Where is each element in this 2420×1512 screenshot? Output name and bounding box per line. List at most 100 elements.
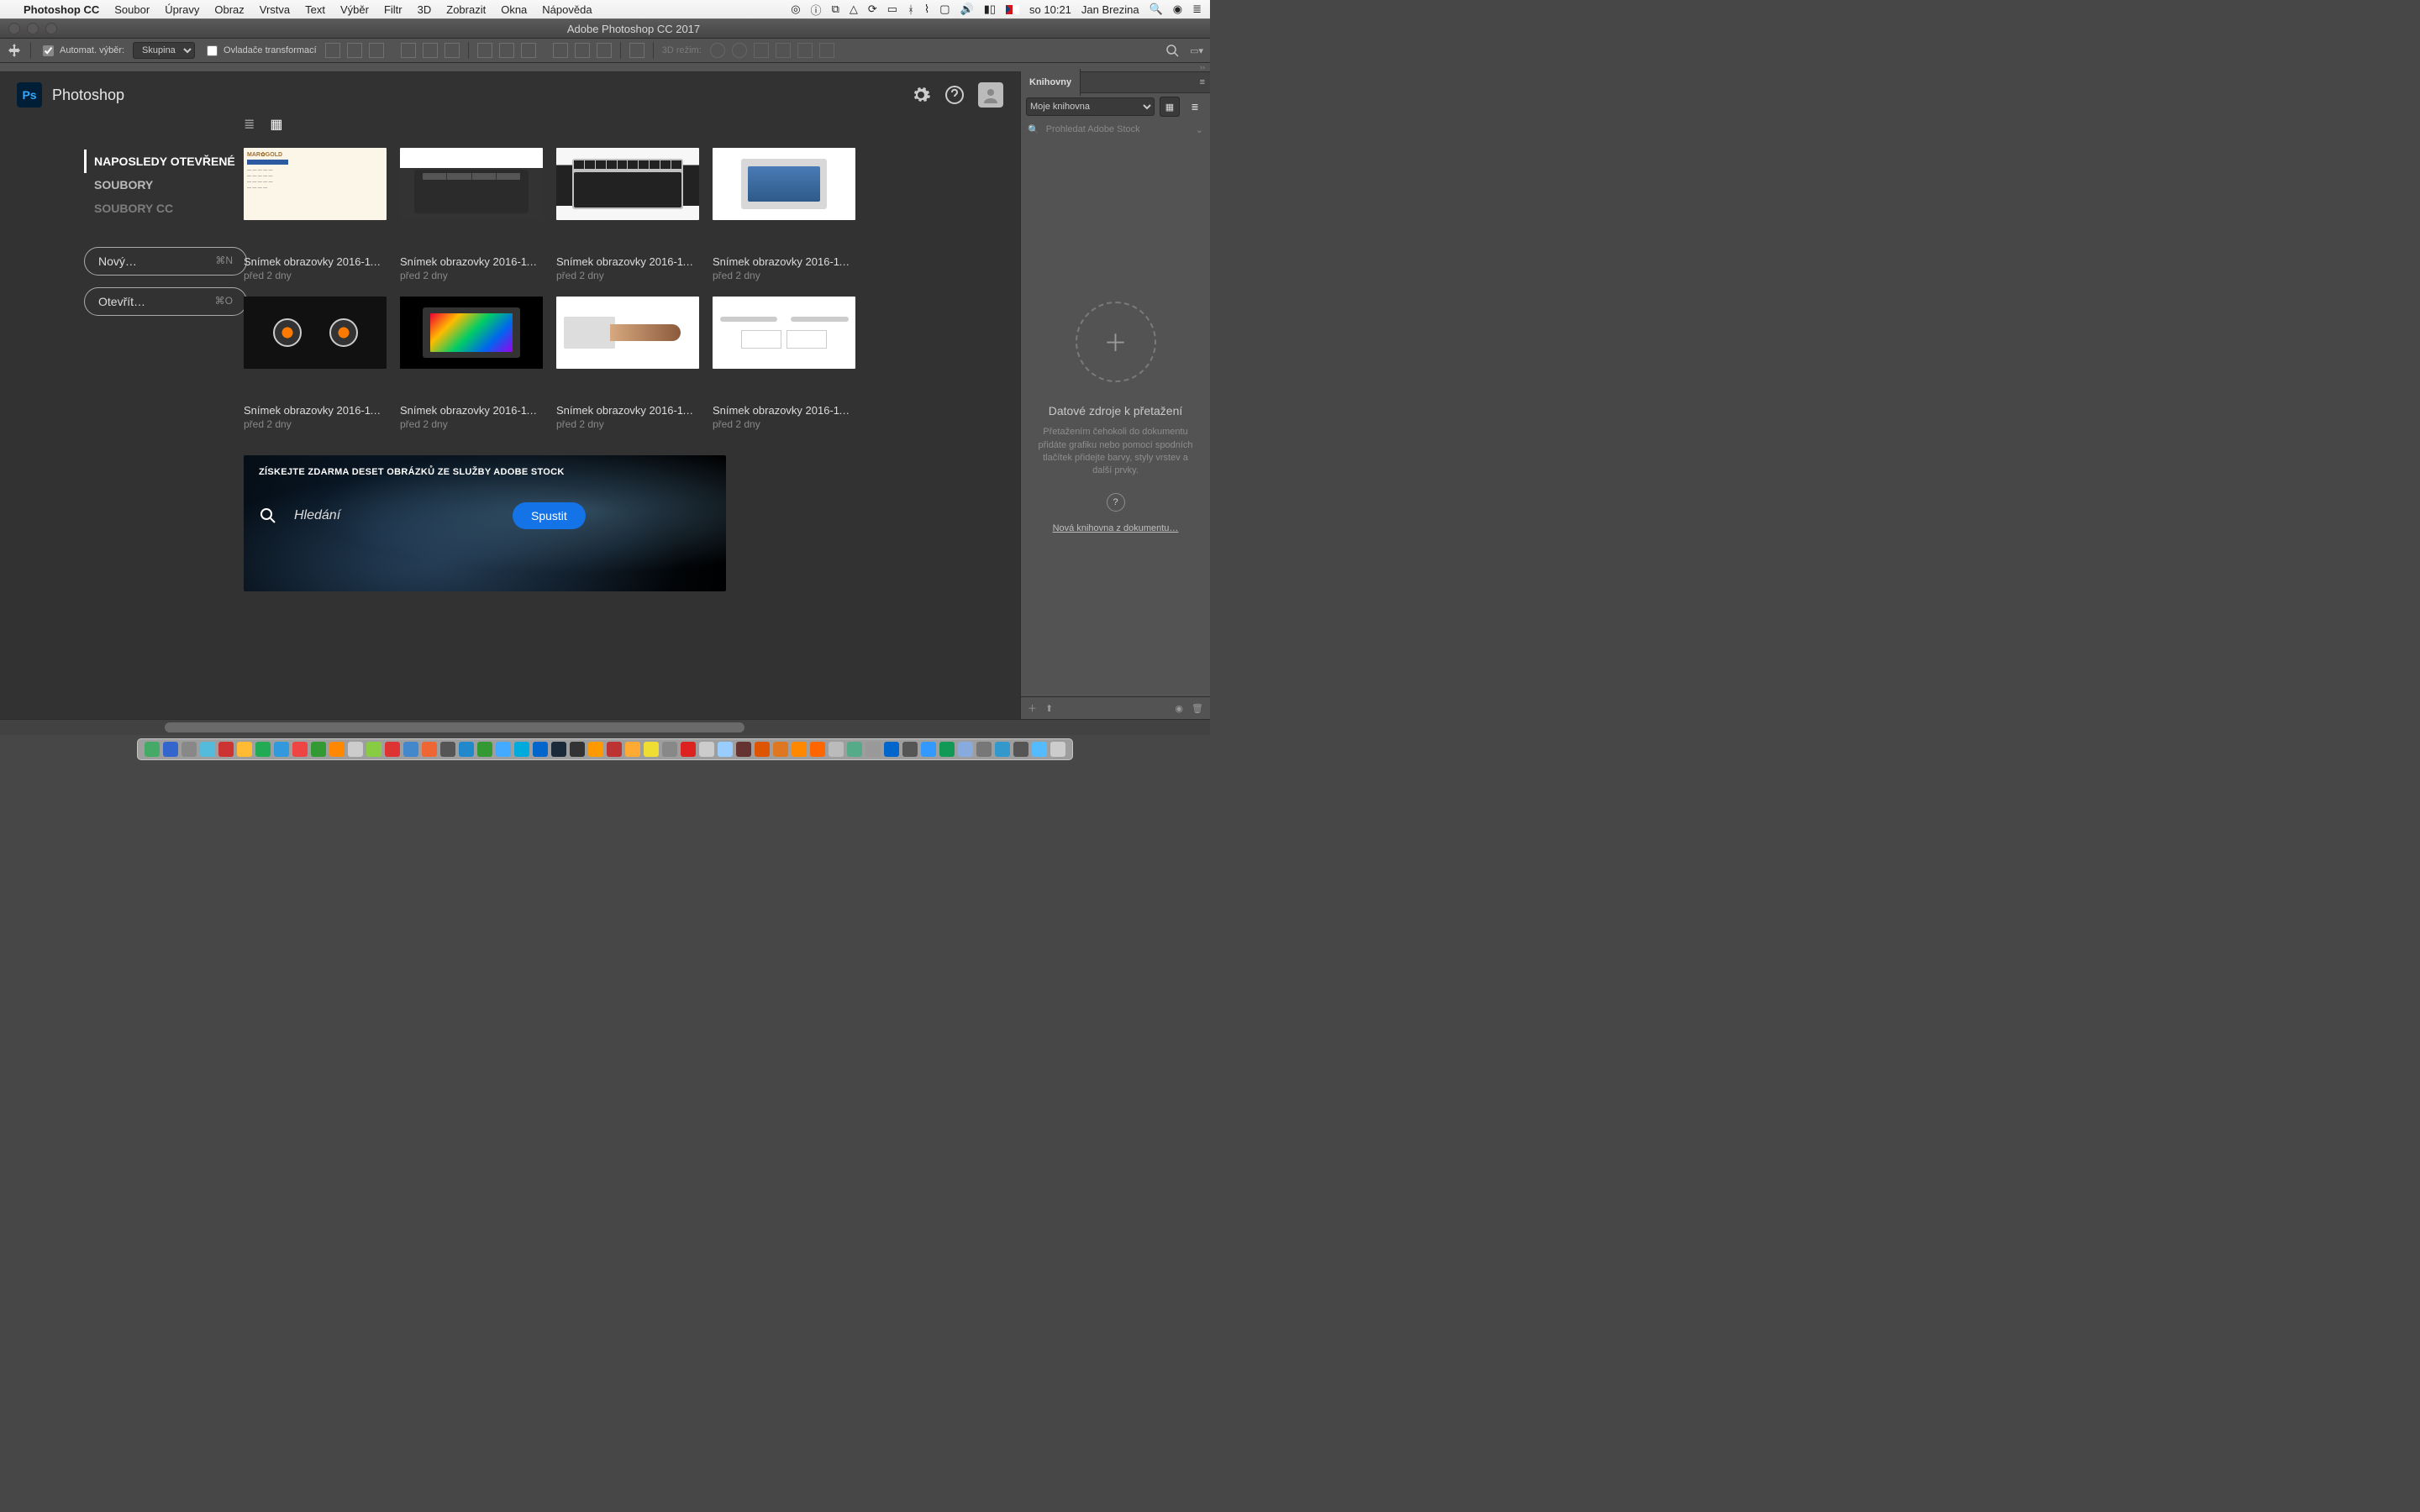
dock-app-icon[interactable] <box>976 742 992 757</box>
stock-search-input[interactable] <box>292 507 497 524</box>
dock-app-icon[interactable] <box>274 742 289 757</box>
dock-app-icon[interactable] <box>403 742 418 757</box>
app-name[interactable]: Photoshop CC <box>24 3 99 16</box>
workspace-switcher-icon[interactable]: ▭▾ <box>1190 45 1203 56</box>
bluetooth-icon[interactable]: ᚼ <box>908 3 914 16</box>
dock-app-icon[interactable] <box>718 742 733 757</box>
dock-app-icon[interactable] <box>422 742 437 757</box>
menu-obraz[interactable]: Obraz <box>214 3 244 16</box>
new-document-button[interactable]: Nový… ⌘N <box>84 247 247 276</box>
close-window-button[interactable] <box>8 23 20 34</box>
dock-app-icon[interactable] <box>533 742 548 757</box>
dock-app-icon[interactable] <box>884 742 899 757</box>
align-top-icon[interactable] <box>325 43 340 58</box>
menu-3d[interactable]: 3D <box>418 3 432 16</box>
wifi-icon[interactable]: ⌇ <box>924 3 929 16</box>
library-search-chevron-icon[interactable]: ⌄ <box>1196 124 1203 135</box>
tab-recent[interactable]: NAPOSLEDY OTEVŘENÉ <box>84 150 244 173</box>
dock-app-icon[interactable] <box>348 742 363 757</box>
dock-app-icon[interactable] <box>459 742 474 757</box>
recent-file-card[interactable]: Snímek obrazovky 2016-11-03…před 2 dny <box>713 148 855 281</box>
tab-files[interactable]: SOUBORY <box>84 173 244 197</box>
menu-zobrazit[interactable]: Zobrazit <box>446 3 486 16</box>
grid-view-icon[interactable]: ▦ <box>270 116 282 133</box>
menu-vrstva[interactable]: Vrstva <box>260 3 290 16</box>
dock-app-icon[interactable] <box>958 742 973 757</box>
dock-app-icon[interactable] <box>292 742 308 757</box>
distribute-vcenter-icon[interactable] <box>499 43 514 58</box>
dock-app-icon[interactable] <box>939 742 955 757</box>
slide-3d-icon[interactable] <box>776 43 791 58</box>
input-source-flag-icon[interactable] <box>1006 5 1019 14</box>
align-hcenter-icon[interactable] <box>423 43 438 58</box>
dock-app-icon[interactable] <box>237 742 252 757</box>
recent-file-card[interactable]: Snímek obrazovky 2016-11-03…před 2 dny <box>556 148 699 281</box>
dock-app-icon[interactable] <box>440 742 455 757</box>
dock-app-icon[interactable] <box>810 742 825 757</box>
move-tool-icon[interactable] <box>7 43 22 58</box>
timemachine-icon[interactable]: ⟳ <box>868 3 877 16</box>
dock-app-icon[interactable] <box>145 742 160 757</box>
dock-app-icon[interactable] <box>163 742 178 757</box>
airplay-icon[interactable]: ▢ <box>939 3 950 16</box>
preview-asset-icon[interactable]: ◉ <box>1175 703 1183 714</box>
library-help-icon[interactable]: ? <box>1107 493 1125 512</box>
libraries-tab[interactable]: Knihovny <box>1021 69 1081 96</box>
dock-app-icon[interactable] <box>385 742 400 757</box>
dock-app-icon[interactable] <box>847 742 862 757</box>
recent-file-card[interactable]: Snímek obrazovky 2016-11-03…před 2 dny <box>400 297 543 430</box>
dock-app-icon[interactable] <box>1032 742 1047 757</box>
roll-3d-icon[interactable] <box>732 43 747 58</box>
dock-app-icon[interactable] <box>995 742 1010 757</box>
keychain-icon[interactable]: ⓘ <box>811 2 822 18</box>
dock-app-icon[interactable] <box>902 742 918 757</box>
distribute-left-icon[interactable] <box>553 43 568 58</box>
upload-asset-icon[interactable]: ⬆ <box>1045 703 1053 714</box>
add-asset-icon[interactable]: ＋ <box>1028 701 1037 715</box>
dock-app-icon[interactable] <box>662 742 677 757</box>
dock-app-icon[interactable] <box>736 742 751 757</box>
dock-app-icon[interactable] <box>644 742 659 757</box>
notification-center-icon[interactable]: ≣ <box>1192 3 1202 16</box>
battery-icon[interactable]: ▮▯ <box>984 3 996 16</box>
tab-cc-files[interactable]: SOUBORY CC <box>84 197 244 220</box>
auto-align-icon[interactable] <box>629 43 644 58</box>
orbit-3d-icon[interactable] <box>710 43 725 58</box>
dock-app-icon[interactable] <box>773 742 788 757</box>
library-select[interactable]: Moje knihovna <box>1026 97 1155 116</box>
dock-app-icon[interactable] <box>755 742 770 757</box>
new-library-from-document-link[interactable]: Nová knihovna z dokumentu… <box>1053 523 1179 533</box>
minimize-window-button[interactable] <box>27 23 39 34</box>
cc-icon[interactable]: ◎ <box>791 3 800 16</box>
recent-file-card[interactable]: MAR✿GOLD— — — — —— — — — —— — — — —— — —… <box>244 148 387 281</box>
gdrive-icon[interactable]: △ <box>850 3 858 16</box>
menubar-user[interactable]: Jan Brezina <box>1081 3 1139 16</box>
recent-file-card[interactable]: Snímek obrazovky 2016-11-03…před 2 dny <box>400 148 543 281</box>
dock-app-icon[interactable] <box>921 742 936 757</box>
dock-app-icon[interactable] <box>792 742 807 757</box>
align-right-icon[interactable] <box>445 43 460 58</box>
library-list-view-icon[interactable]: ≣ <box>1185 97 1205 117</box>
library-grid-view-icon[interactable]: ▦ <box>1160 97 1180 117</box>
transform-controls-checkbox[interactable]: Ovladače transformací <box>203 43 317 59</box>
dock-app-icon[interactable] <box>588 742 603 757</box>
dock-app-icon[interactable] <box>200 742 215 757</box>
menu-vyber[interactable]: Výběr <box>340 3 369 16</box>
volume-icon[interactable]: 🔊 <box>960 3 974 16</box>
dock-app-icon[interactable] <box>366 742 381 757</box>
dock-app-icon[interactable] <box>1013 742 1028 757</box>
menu-filtr[interactable]: Filtr <box>384 3 402 16</box>
dock-app-icon[interactable] <box>625 742 640 757</box>
recent-files-area[interactable]: ≣ ▦ MAR✿GOLD— — — — —— — — — —— — — — ——… <box>244 116 1003 714</box>
dock-app-icon[interactable] <box>514 742 529 757</box>
menu-text[interactable]: Text <box>305 3 325 16</box>
menu-upravy[interactable]: Úpravy <box>165 3 199 16</box>
start-settings-button[interactable] <box>911 85 931 105</box>
zoom-3d-icon[interactable] <box>797 43 813 58</box>
dock-app-icon[interactable] <box>551 742 566 757</box>
camera-3d-icon[interactable] <box>819 43 834 58</box>
dock-app-icon[interactable] <box>570 742 585 757</box>
dock-app-icon[interactable] <box>311 742 326 757</box>
search-icon[interactable] <box>1165 43 1180 58</box>
distribute-top-icon[interactable] <box>477 43 492 58</box>
